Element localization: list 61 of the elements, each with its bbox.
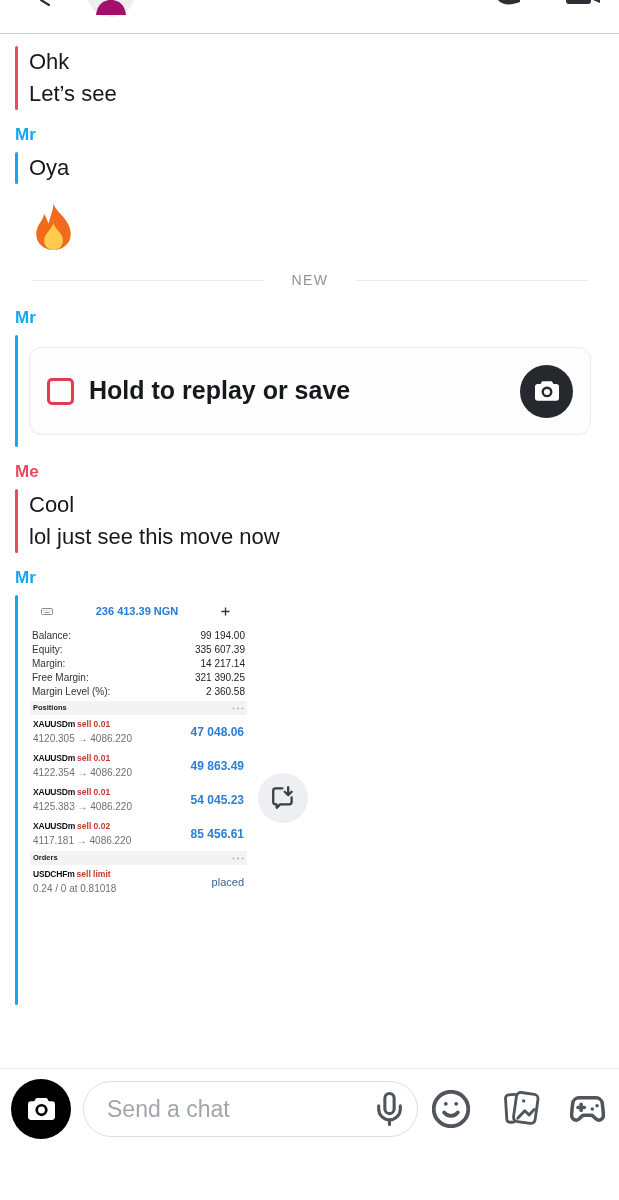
camera-icon [27,1098,55,1120]
summary-label: Margin: [32,658,66,670]
chat-input[interactable]: Send a chat [83,1081,418,1137]
summary-value: 14 217.14 [200,658,245,670]
cards-icon[interactable] [503,1090,540,1127]
fire-icon [36,203,71,250]
price-text: 4122.354 → 4086.220 [33,766,132,780]
status-text: placed [211,874,244,890]
order-type-text: sell 0.01 [77,752,111,764]
mic-icon[interactable] [377,1092,402,1126]
save-button[interactable] [258,772,308,823]
camera-button[interactable] [11,1079,71,1139]
summary-label: Margin Level (%): [32,686,111,698]
summary-label: Free Margin: [32,672,89,684]
summary-value: 321 390.25 [194,672,245,684]
sender-name: Mr [15,124,36,146]
sender-name: Mr [15,307,36,329]
message-text: Let’s see [29,80,117,108]
summary-label: Equity: [32,644,63,656]
order-type-text: sell limit [76,868,111,880]
symbol-text: XAUUSDm [33,718,76,730]
gamepad-icon[interactable] [570,1096,605,1122]
message-text: Oya [29,154,70,182]
symbol-text: USDCHFm [33,868,75,880]
order-type-text: sell 0.01 [77,786,111,798]
divider-label: NEW [290,270,330,290]
snap-status-text: Hold to replay or save [89,375,351,407]
order-type-text: sell 0.02 [77,820,111,832]
message-text: lol just see this move now [29,523,280,551]
video-icon[interactable] [566,0,600,4]
order-type-text: sell 0.01 [77,718,111,730]
profit-text: 47 048.06 [190,724,244,741]
snap-card[interactable]: Hold to replay or save [29,347,591,435]
summary-label: Balance: [32,630,71,642]
price-text: 4117.181 → 4086.220 [33,834,132,848]
summary-value: 99 194.00 [200,630,245,642]
bubble-download-icon [272,786,294,809]
price-text: 4120.305 → 4086.220 [33,732,132,746]
symbol-text: XAUUSDm [33,820,76,832]
symbol-text: XAUUSDm [33,786,76,798]
sender-name: Mr [15,567,36,589]
symbol-text: XAUUSDm [33,752,76,764]
message-text: Ohk [29,48,71,76]
summary-value: 335 607.39 [194,644,245,656]
profit-text: 49 863.49 [190,758,244,775]
camera-icon [534,381,559,401]
keyboard-icon[interactable] [41,607,53,615]
price-text: 0.24 / 0 at 0.81018 [33,882,117,896]
profit-text: 54 045.23 [190,792,244,809]
message-text: Cool [29,491,76,519]
back-icon[interactable] [40,0,50,6]
profit-text: 85 456.61 [190,826,244,843]
avatar-icon[interactable] [87,0,135,17]
balance-heading: 236 413.39 NGN [95,604,179,618]
camera-button[interactable] [520,364,573,418]
sender-name: Me [15,461,39,483]
price-text: 4125.383 → 4086.220 [33,800,132,814]
plus-icon[interactable] [221,606,230,616]
summary-value: 2 360.58 [206,686,245,698]
phone-icon[interactable] [496,0,522,6]
smile-icon[interactable] [432,1090,470,1128]
